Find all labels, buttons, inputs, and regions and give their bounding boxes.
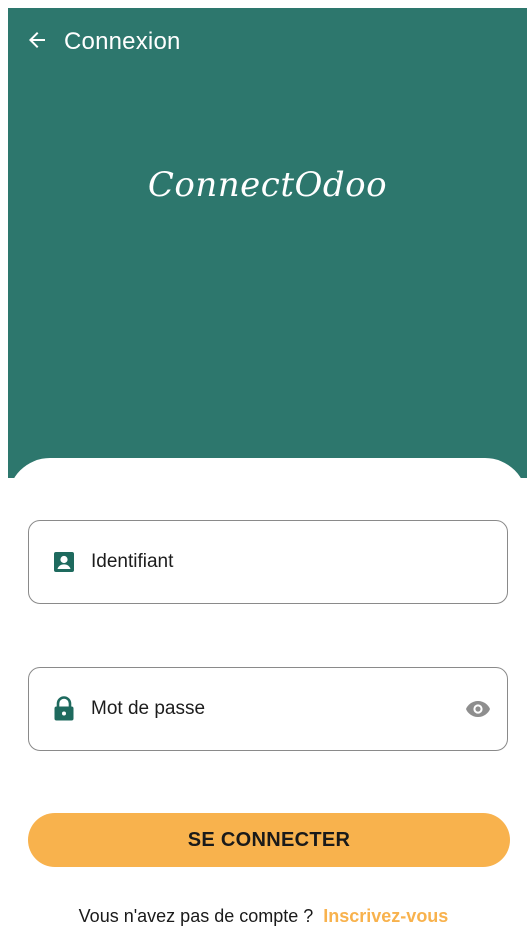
arrow-left-icon bbox=[25, 28, 49, 57]
top-app-bar: Connexion bbox=[24, 22, 181, 62]
back-button[interactable] bbox=[20, 25, 54, 59]
login-placeholder: Identifiant bbox=[91, 551, 174, 572]
header-panel bbox=[8, 8, 527, 478]
lock-icon bbox=[51, 696, 77, 722]
brand-logo-text: ConnectOdoo bbox=[147, 165, 388, 205]
login-screen: Connexion ConnectOdoo Identifiant Mot de… bbox=[0, 0, 527, 942]
signup-link[interactable]: Inscrivez-vous bbox=[323, 906, 448, 926]
account-box-icon bbox=[51, 549, 77, 575]
login-button[interactable]: SE CONNECTER bbox=[28, 813, 510, 867]
password-field[interactable]: Mot de passe bbox=[28, 667, 508, 751]
signup-prompt: Vous n'avez pas de compte ? bbox=[78, 906, 314, 926]
login-field[interactable]: Identifiant bbox=[28, 520, 508, 604]
password-placeholder: Mot de passe bbox=[91, 698, 206, 719]
eye-icon[interactable] bbox=[463, 694, 493, 724]
page-title: Connexion bbox=[64, 28, 181, 55]
signup-row: Vous n'avez pas de compte ? Inscrivez-vou… bbox=[0, 906, 527, 927]
